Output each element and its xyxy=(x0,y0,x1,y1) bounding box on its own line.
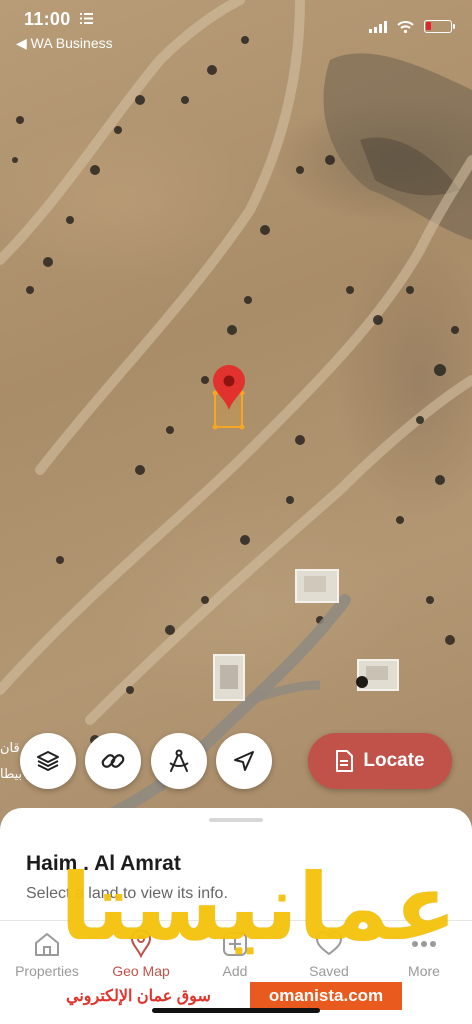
tab-geo-map-label: Geo Map xyxy=(112,963,170,979)
battery-icon xyxy=(424,20,455,33)
my-location-button[interactable] xyxy=(216,733,272,789)
document-icon xyxy=(336,750,354,772)
back-to-app-link[interactable]: ◀ WA Business xyxy=(16,35,113,52)
satellite-map[interactable]: قان بيطا xyxy=(0,0,472,840)
cellular-signal-icon xyxy=(369,20,387,33)
status-bar: 11:00 ◀ WA Business xyxy=(0,0,472,56)
tab-saved-label: Saved xyxy=(309,963,349,979)
watermark-tagline: سوق عمان الإلكتروني xyxy=(66,988,211,1005)
share-link-button[interactable] xyxy=(85,733,141,789)
focus-icon xyxy=(80,13,93,24)
locate-label: Locate xyxy=(363,750,425,771)
navigation-arrow-icon xyxy=(234,751,254,771)
measure-button[interactable] xyxy=(151,733,207,789)
home-icon xyxy=(35,933,59,956)
measure-compass-icon xyxy=(169,749,189,772)
tab-add-label: Add xyxy=(222,963,248,979)
tab-more-label: More xyxy=(408,963,440,979)
svg-text:قان: قان xyxy=(0,741,20,756)
svg-text:بيطا: بيطا xyxy=(0,767,22,782)
watermark-site: omanista.com xyxy=(250,982,402,1010)
locate-button[interactable]: Locate xyxy=(308,733,452,789)
tab-properties-label: Properties xyxy=(15,963,79,979)
watermark-logo-text: عمانيستا xyxy=(60,854,459,961)
layers-icon xyxy=(37,751,59,771)
status-time: 11:00 xyxy=(24,9,71,29)
status-icons xyxy=(369,20,455,33)
terrain-layer: قان بيطا xyxy=(0,0,472,836)
layers-button[interactable] xyxy=(20,733,76,789)
wifi-icon xyxy=(397,20,414,33)
sheet-drag-handle[interactable] xyxy=(209,818,263,822)
link-icon xyxy=(101,754,125,768)
home-indicator[interactable] xyxy=(152,1008,320,1013)
